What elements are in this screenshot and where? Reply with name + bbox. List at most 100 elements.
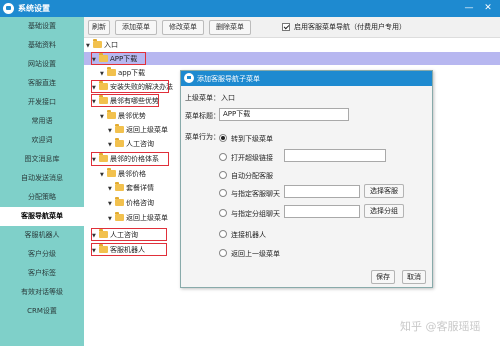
sidebar-item-robot[interactable]: 客服机器人 [0, 226, 84, 245]
select-agent-button[interactable]: 选择客服 [364, 184, 404, 198]
sidebar-item-website-settings[interactable]: 网站设置 [0, 55, 84, 74]
app-logo-icon [3, 3, 14, 14]
tree-node-label: 套餐详情 [126, 184, 154, 192]
radio-open-link-label: 打开超级链接 [231, 154, 273, 162]
folder-icon [99, 95, 108, 104]
tree-expand-icon: ▼ [100, 114, 104, 120]
sidebar-item-crm[interactable]: CRM设置 [0, 302, 84, 321]
tree-node[interactable]: ▼ 人工咨询 [108, 138, 154, 150]
folder-icon [115, 182, 124, 191]
folder-icon [115, 138, 124, 147]
sidebar-item-dialog-level[interactable]: 有效对话等级 [0, 283, 84, 302]
menu-action-label: 菜单行为： [185, 133, 220, 141]
tree-node-label: 返回上级菜单 [126, 126, 168, 134]
tree-node-label: 晨邻优势 [118, 112, 146, 120]
radio-chat-agent-label: 与指定客服聊天 [231, 190, 280, 198]
tree-expand-icon: ▼ [108, 128, 112, 134]
radio-goto-submenu[interactable] [219, 134, 227, 142]
radio-auto-assign[interactable] [219, 171, 227, 179]
sidebar-item-auto-message[interactable]: 自动发送消息 [0, 169, 84, 188]
window-titlebar: 系统设置 — ✕ [0, 0, 500, 17]
delete-menu-button[interactable]: 删除菜单 [209, 20, 251, 35]
select-group-button[interactable]: 选择分组 [364, 204, 404, 218]
dialog-title: 添加客服导航子菜单 [197, 75, 260, 83]
tree-expand-icon: ▼ [108, 142, 112, 148]
menu-title-input[interactable]: APP下载 [219, 108, 349, 121]
folder-icon [115, 212, 124, 221]
tree-node[interactable]: ▼ 价格咨询 [108, 197, 154, 209]
group-input[interactable] [284, 205, 360, 218]
tree-node[interactable]: ▼ app下载 [100, 67, 145, 79]
folder-icon [99, 244, 108, 253]
folder-icon [107, 168, 116, 177]
tree-expand-icon: ▼ [100, 172, 104, 178]
tree-node-label: APP下载 [110, 55, 138, 63]
tree-node[interactable]: ▼ 返回上级菜单 [108, 124, 168, 136]
save-button[interactable]: 保存 [371, 270, 395, 284]
folder-icon [99, 153, 108, 162]
folder-icon [99, 81, 108, 90]
enable-nav-checkbox[interactable] [282, 23, 290, 31]
tree-expand-icon: ▼ [92, 99, 96, 105]
radio-auto-assign-label: 自动分配客服 [231, 172, 273, 180]
menu-title-label: 菜单标题： [185, 112, 220, 120]
refresh-button[interactable]: 刷新 [88, 20, 110, 35]
tree-expand-icon: ▼ [108, 186, 112, 192]
tree-node[interactable]: ▼ 安装失败的解决办法 [92, 81, 173, 93]
folder-icon [107, 67, 116, 76]
edit-menu-button[interactable]: 修改菜单 [162, 20, 204, 35]
radio-connect-robot[interactable] [219, 230, 227, 238]
folder-icon [93, 39, 102, 48]
tree-node-label: app下载 [118, 69, 146, 77]
tree-node[interactable]: ▼ 晨邻优势 [100, 110, 146, 122]
radio-chat-agent[interactable] [219, 189, 227, 197]
sidebar-item-common-phrases[interactable]: 常用语 [0, 112, 84, 131]
tree-node-label: 晨邻的价格体系 [110, 155, 159, 163]
tree-node[interactable]: ▼ 晨邻有哪些优势 [92, 95, 159, 107]
tree-node[interactable]: ▼ 晨邻价格 [100, 168, 146, 180]
folder-icon [99, 53, 108, 62]
add-menu-button[interactable]: 添加菜单 [115, 20, 157, 35]
sidebar-item-welcome[interactable]: 欢迎词 [0, 131, 84, 150]
folder-icon [115, 197, 124, 206]
sidebar: 基础设置 基础资料 网站设置 客服直连 开发接口 常用语 欢迎词 图文消息库 自… [0, 17, 84, 346]
radio-open-link[interactable] [219, 153, 227, 161]
link-url-input[interactable] [284, 149, 386, 162]
cancel-button[interactable]: 取消 [402, 270, 426, 284]
app-logo-icon [184, 73, 194, 83]
sidebar-item-nav-menu[interactable]: 客服导航菜单 [0, 207, 84, 226]
radio-chat-group[interactable] [219, 209, 227, 217]
sidebar-item-assign-strategy[interactable]: 分配策略 [0, 188, 84, 207]
tree-expand-icon: ▼ [92, 233, 96, 239]
tree-expand-icon: ▼ [92, 157, 96, 163]
tree-node[interactable]: ▼ 返回上级菜单 [108, 212, 168, 224]
tree-node[interactable]: ▼ 套餐详情 [108, 182, 154, 194]
sidebar-item-direct-connect[interactable]: 客服直连 [0, 74, 84, 93]
radio-chat-group-label: 与指定分组聊天 [231, 210, 280, 218]
enable-nav-label: 启用客服菜单导航（付费用户专用） [294, 23, 406, 31]
close-button[interactable]: ✕ [482, 2, 494, 14]
sidebar-item-customer-tags[interactable]: 客户标签 [0, 264, 84, 283]
tree-expand-icon: ▼ [92, 248, 96, 254]
sidebar-item-basic-info[interactable]: 基础资料 [0, 36, 84, 55]
tree-node[interactable]: ▼ APP下载 [92, 53, 137, 65]
agent-input[interactable] [284, 185, 360, 198]
minimize-button[interactable]: — [463, 2, 475, 14]
tree-expand-icon: ▼ [86, 43, 90, 49]
tree-expand-icon: ▼ [92, 85, 96, 91]
tree-node[interactable]: ▼ 入口 [86, 39, 118, 51]
tree-node-label: 人工咨询 [110, 231, 138, 239]
tree-node[interactable]: ▼ 客服机器人 [92, 244, 145, 256]
tree-node-label: 客服机器人 [110, 246, 145, 254]
sidebar-item-customer-level[interactable]: 客户分级 [0, 245, 84, 264]
tree-expand-icon: ▼ [108, 201, 112, 207]
sidebar-item-basic-settings[interactable]: 基础设置 [0, 17, 84, 36]
add-submenu-dialog: 添加客服导航子菜单 上级菜单： 入口 菜单标题： APP下载 菜单行为： 转到下… [180, 70, 433, 288]
radio-return-parent[interactable] [219, 249, 227, 257]
tree-node[interactable]: ▼ 人工咨询 [92, 229, 138, 241]
tree-node-label: 价格咨询 [126, 199, 154, 207]
tree-node[interactable]: ▼ 晨邻的价格体系 [92, 153, 159, 165]
sidebar-item-media-library[interactable]: 图文消息库 [0, 150, 84, 169]
sidebar-item-dev-api[interactable]: 开发接口 [0, 93, 84, 112]
parent-menu-value: 入口 [221, 94, 235, 102]
